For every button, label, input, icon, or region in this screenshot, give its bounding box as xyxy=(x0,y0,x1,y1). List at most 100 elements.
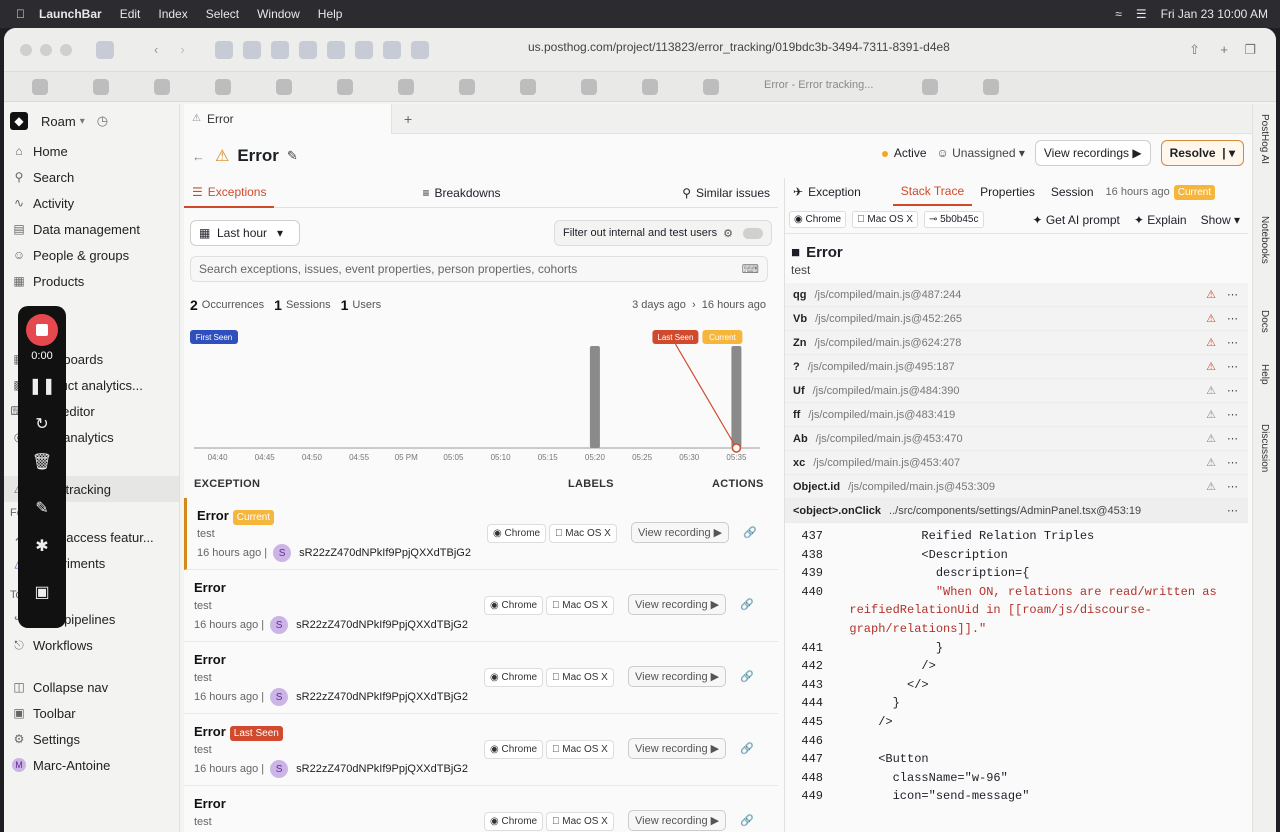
sidebar-item-home[interactable]: ⌂ Home xyxy=(4,138,179,164)
bookmark-icon[interactable] xyxy=(983,78,999,95)
github-icon[interactable] xyxy=(276,78,292,95)
stack-frame[interactable]: Object.id/js/compiled/main.js@453:309 ⚠ ⋯ xyxy=(785,475,1248,499)
stop-recording-button[interactable] xyxy=(26,314,58,346)
link-icon[interactable]: 🔗 xyxy=(740,742,754,755)
tab-exceptions[interactable]: ☰ Exceptions xyxy=(184,178,275,208)
tab-session[interactable]: Session xyxy=(1043,178,1102,206)
bookmark-icon[interactable] xyxy=(93,78,109,95)
extension-icon[interactable] xyxy=(410,40,429,59)
link-icon[interactable]: 🔗 xyxy=(740,670,754,683)
posthog-ai-tab[interactable]: PostHog AI xyxy=(1259,114,1270,164)
frame-menu-icon[interactable]: ⋯ xyxy=(1227,504,1238,517)
distinct-id[interactable]: sR22zZ470dNPkIf9PpjQXXdTBjG2 xyxy=(296,763,468,775)
project-switcher[interactable]: ◆ Roam ▾ ◷ xyxy=(4,104,179,138)
view-recording-button[interactable]: View recording ▶ xyxy=(628,810,727,831)
filter-toggle-switch[interactable] xyxy=(743,228,763,239)
help-tab[interactable]: Help xyxy=(1259,364,1270,385)
tab-similar-issues[interactable]: ⚲ Similar issues xyxy=(674,178,778,208)
docs-tab[interactable]: Docs xyxy=(1259,310,1270,333)
sidebar-collapse-nav[interactable]: ◫ Collapse nav xyxy=(4,674,179,700)
back-icon[interactable]: ‹ xyxy=(154,42,158,57)
bookmark-icon[interactable] xyxy=(703,78,719,95)
internal-users-filter[interactable]: Filter out internal and test users ⚙ xyxy=(554,220,772,246)
menu-select[interactable]: Select xyxy=(206,7,239,21)
link-icon[interactable]: 🔗 xyxy=(743,526,757,539)
explain-button[interactable]: ✦ Explain xyxy=(1134,213,1187,227)
tab-stack-trace[interactable]: Stack Trace xyxy=(892,178,973,206)
link-icon[interactable]: 🔗 xyxy=(740,814,754,827)
new-tab-button[interactable]: + xyxy=(404,111,412,127)
restart-icon[interactable]: ↻ xyxy=(35,414,48,438)
sidebar-user[interactable]: M Marc-Antoine xyxy=(4,752,179,778)
frame-menu-icon[interactable]: ⋯ xyxy=(1227,432,1238,445)
back-arrow-icon[interactable]: ← xyxy=(192,149,205,164)
tab-properties[interactable]: Properties xyxy=(972,178,1043,206)
view-recording-button[interactable]: View recording ▶ xyxy=(631,522,730,543)
search-input[interactable]: Search exceptions, issues, event propert… xyxy=(190,256,768,282)
sidebar-item-data-management[interactable]: ▤ Data management xyxy=(4,216,179,242)
link-icon[interactable]: 🔗 xyxy=(740,598,754,611)
notebooks-tab[interactable]: Notebooks xyxy=(1259,216,1270,264)
tab-overview-icon[interactable]: ❐ xyxy=(1244,42,1256,58)
stack-frame[interactable]: Ab/js/compiled/main.js@453:470 ⚠ ⋯ xyxy=(785,427,1248,451)
tab-error[interactable]: ⚠ Error xyxy=(184,103,392,134)
resolve-button[interactable]: Resolve | ▾ xyxy=(1160,140,1244,166)
assignee-select[interactable]: ☺ Unassigned ▾ xyxy=(937,146,1025,160)
bookmark-icon[interactable] xyxy=(581,78,597,95)
sidebar-item-activity[interactable]: ∿ Activity xyxy=(4,190,179,216)
sidebar-settings[interactable]: ⚙ Settings xyxy=(4,726,179,752)
bookmark-icon[interactable] xyxy=(459,78,475,95)
view-recordings-button[interactable]: View recordings ▶ xyxy=(1034,140,1151,166)
forward-icon[interactable]: › xyxy=(180,42,184,57)
trash-icon[interactable]: 🗑 xyxy=(32,452,52,476)
github-icon[interactable] xyxy=(215,78,231,95)
confetti-icon[interactable]: ✱ xyxy=(35,536,48,560)
distinct-id[interactable]: sR22zZ470dNPkIf9PpjQXXdTBjG2 xyxy=(296,691,468,703)
stack-frame[interactable]: xc/js/compiled/main.js@453:407 ⚠ ⋯ xyxy=(785,451,1248,475)
url-bar[interactable]: us.posthog.com/project/113823/error_trac… xyxy=(528,40,950,54)
github-icon[interactable] xyxy=(922,78,938,95)
stack-frame[interactable]: Uf/js/compiled/main.js@484:390 ⚠ ⋯ xyxy=(785,379,1248,403)
menu-app-name[interactable]: LaunchBar xyxy=(39,7,102,21)
exception-row[interactable]: Error test 16 hours ago | SsR22zZ470dNPkI… xyxy=(184,642,778,714)
edit-pencil-icon[interactable]: ✎ xyxy=(287,148,298,164)
view-recording-button[interactable]: View recording ▶ xyxy=(628,738,727,759)
extension-icon[interactable] xyxy=(382,40,401,59)
frame-menu-icon[interactable]: ⋯ xyxy=(1227,360,1238,373)
exception-row[interactable]: Error test ◉ Chrome  Mac OS X View reco… xyxy=(184,786,778,832)
stack-frame[interactable]: ? /js/compiled/main.js@495:187 ⚠ ⋯ xyxy=(785,355,1248,379)
bookmark-tab-error-tracking[interactable]: Error - Error tracking... xyxy=(764,79,904,95)
get-ai-prompt-button[interactable]: ✦ Get AI prompt xyxy=(1032,213,1119,227)
frame-menu-icon[interactable]: ⋯ xyxy=(1227,408,1238,421)
extension-icon[interactable] xyxy=(270,40,289,59)
extension-icon[interactable] xyxy=(326,40,345,59)
apple-icon[interactable]:  xyxy=(16,7,25,21)
sidebar-item-people[interactable]: ☺ People & groups xyxy=(4,242,179,268)
bookmark-icon[interactable] xyxy=(154,78,170,95)
wifi-icon[interactable]: ≈ xyxy=(1115,7,1122,21)
date-range-select[interactable]: ▦ Last hour ▾ xyxy=(190,220,300,246)
pause-icon[interactable]: ❚❚ xyxy=(29,376,56,400)
zoom-window-button[interactable] xyxy=(60,43,72,56)
pen-icon[interactable]: ✎ xyxy=(35,498,48,522)
distinct-id[interactable]: sR22zZ470dNPkIf9PpjQXXdTBjG2 xyxy=(296,619,468,631)
github-icon[interactable] xyxy=(32,78,48,95)
frame-menu-icon[interactable]: ⋯ xyxy=(1227,480,1238,493)
frame-menu-icon[interactable]: ⋯ xyxy=(1227,384,1238,397)
bookmark-icon[interactable] xyxy=(337,78,353,95)
sidebar-toolbar[interactable]: ▣ Toolbar xyxy=(4,700,179,726)
menu-window[interactable]: Window xyxy=(257,7,300,21)
sidebar-toggle-icon[interactable] xyxy=(96,40,114,59)
share-icon[interactable]: ⇧ xyxy=(1189,42,1200,58)
sidebar-item-products[interactable]: ▦ Products xyxy=(4,268,179,294)
stack-frame[interactable]: qg/js/compiled/main.js@487:244 ⚠ ⋯ xyxy=(785,283,1248,307)
exception-row[interactable]: Error test 16 hours ago | SsR22zZ470dNPkI… xyxy=(184,570,778,642)
frame-menu-icon[interactable]: ⋯ xyxy=(1227,456,1238,469)
extension-icon[interactable] xyxy=(214,40,233,59)
exception-row[interactable]: Error Current test 16 hours ago | SsR22zZ4… xyxy=(184,498,778,570)
view-recording-button[interactable]: View recording ▶ xyxy=(628,666,727,687)
gear-icon[interactable]: ⚙ xyxy=(723,227,733,240)
tab-breakdowns[interactable]: ≡ Breakdowns xyxy=(414,178,508,208)
stack-frame[interactable]: ff/js/compiled/main.js@483:419 ⚠ ⋯ xyxy=(785,403,1248,427)
menu-edit[interactable]: Edit xyxy=(120,7,141,21)
